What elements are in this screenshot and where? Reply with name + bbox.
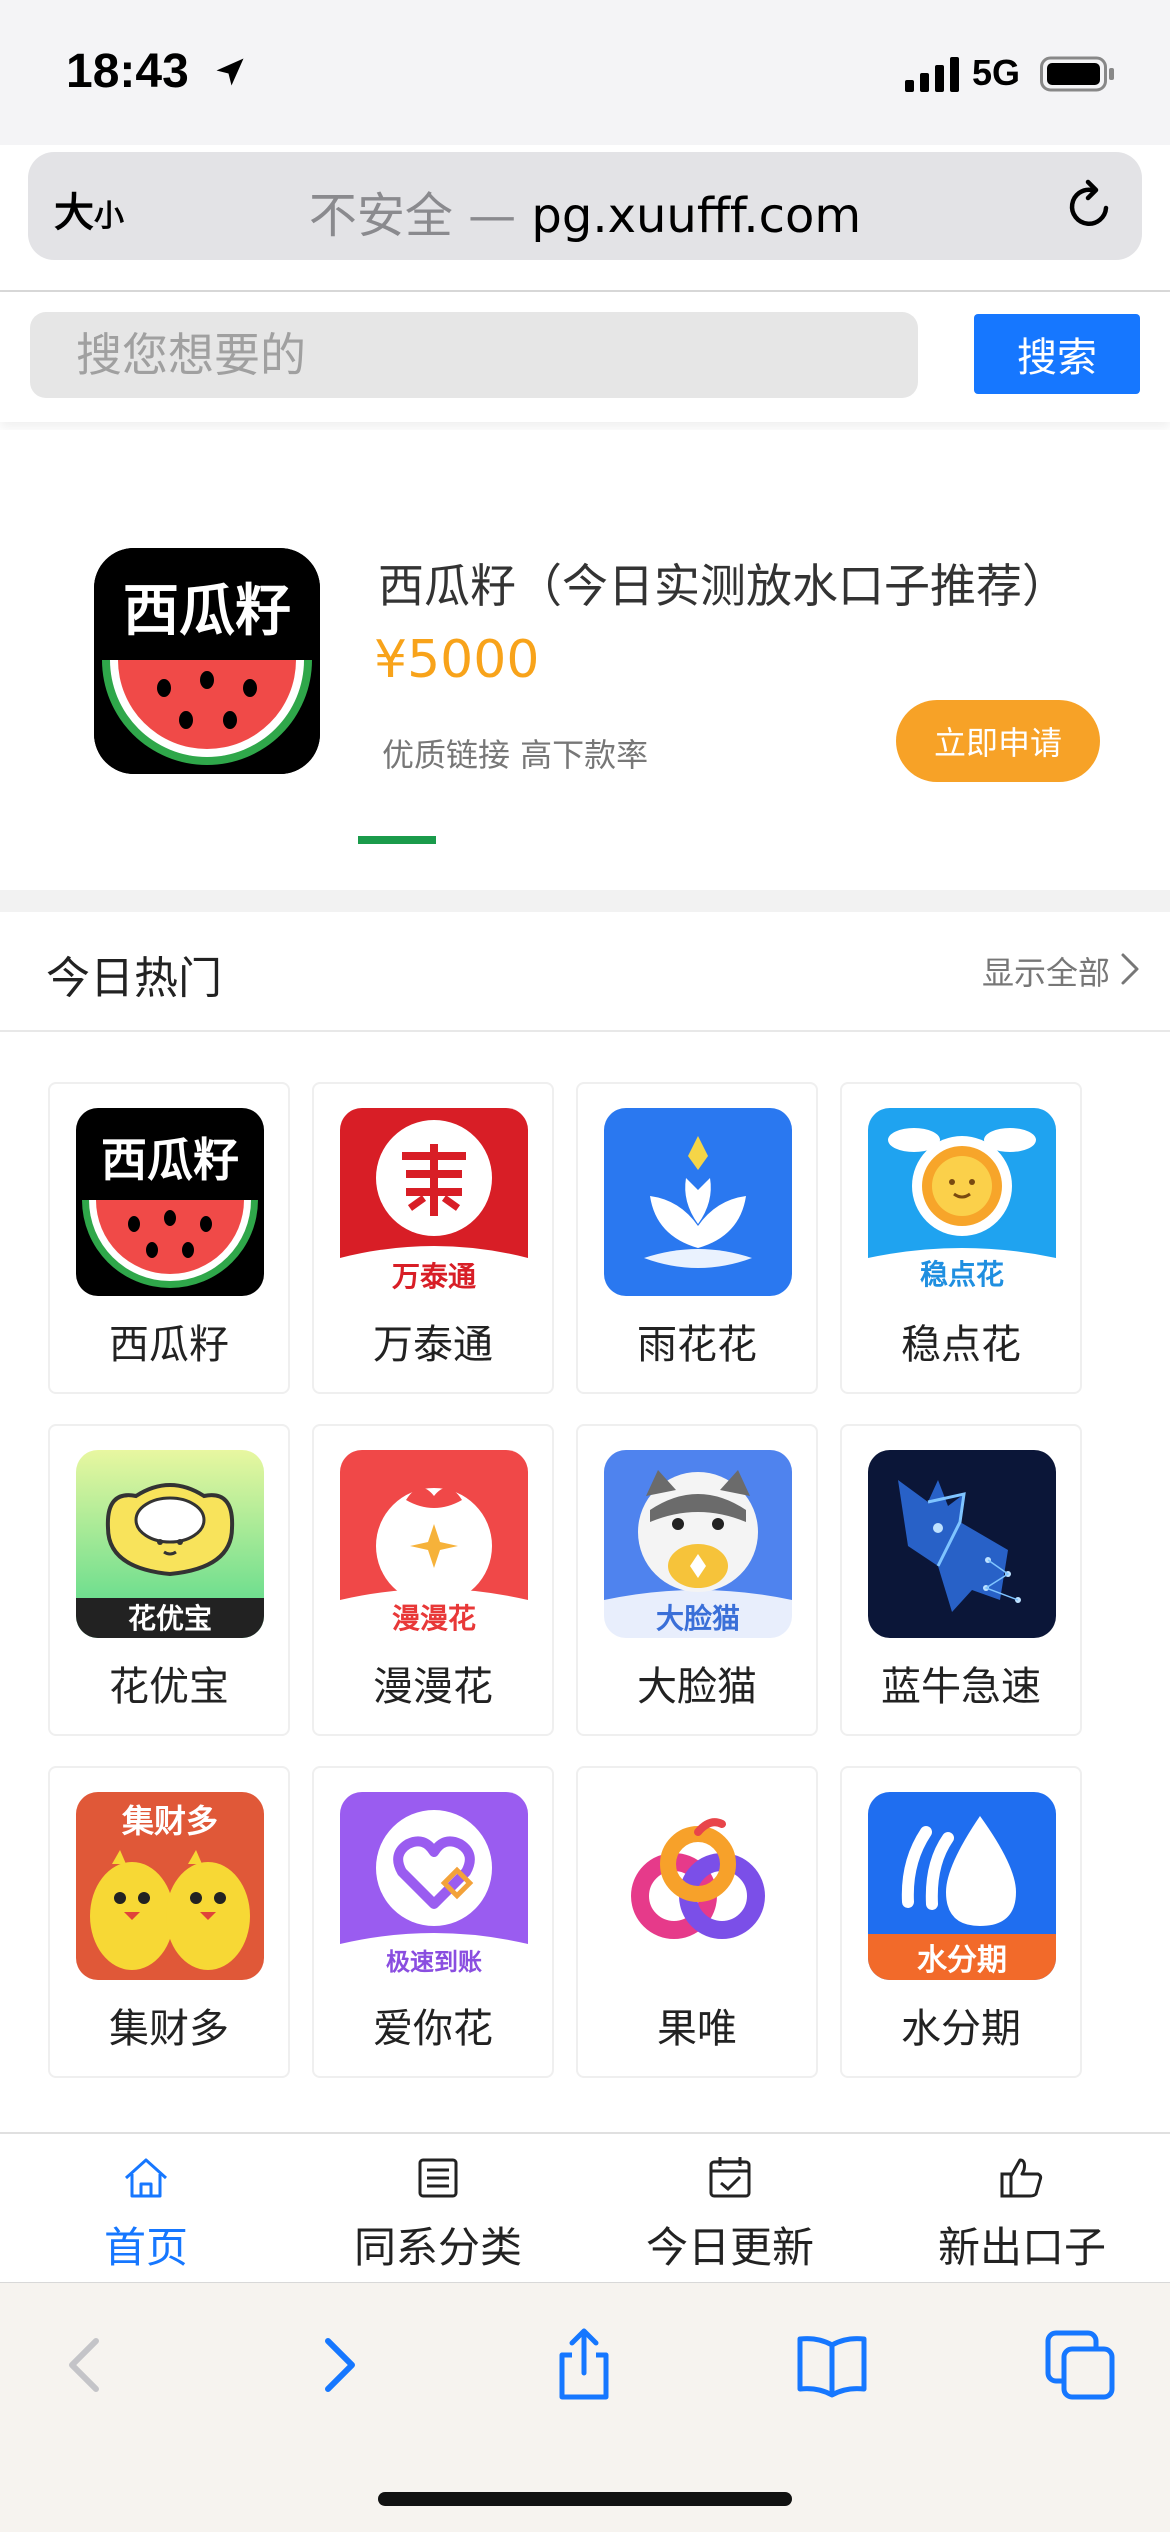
- home-icon: [124, 2158, 168, 2198]
- app-card-lanniujisu[interactable]: 蓝牛急速: [840, 1424, 1082, 1736]
- tab-label: 今日更新: [645, 2223, 814, 2272]
- app-badge: 集财多: [121, 1802, 218, 1840]
- calendar-check-icon: [709, 2157, 751, 2198]
- lotus-app-icon: [604, 1108, 792, 1296]
- app-card-ainihua[interactable]: 极速到账 爱你花: [312, 1766, 554, 2078]
- network-type: 5G: [972, 52, 1021, 93]
- app-badge: 万泰通: [392, 1260, 476, 1293]
- fruit-rings-app-icon: [604, 1792, 792, 1980]
- banner-title: 西瓜籽（今日实测放水口子推荐）: [378, 559, 1068, 613]
- cat-app-icon: 大脸猫: [604, 1450, 792, 1638]
- section-separator: [0, 890, 1170, 912]
- banner-logo-text: 西瓜籽: [123, 579, 291, 644]
- app-badge: 稳点花: [920, 1258, 1004, 1291]
- tab-categories[interactable]: 同系分类: [292, 2134, 584, 2284]
- bookmarks-icon[interactable]: [792, 2325, 872, 2405]
- app-card-yuhuahua[interactable]: 雨花花: [576, 1082, 818, 1394]
- app-label: 花优宝: [109, 1664, 229, 1710]
- money-bag-app-icon: 漫漫花: [340, 1450, 528, 1638]
- water-drop-app-icon: 水分期: [868, 1792, 1056, 1980]
- search-bar: 搜索: [0, 292, 1170, 422]
- cellular-signal-icon: [905, 57, 959, 92]
- thumbs-up-icon: [1000, 2158, 1043, 2198]
- forward-icon[interactable]: [298, 2325, 378, 2405]
- app-label: 蓝牛急速: [881, 1664, 1041, 1710]
- app-card-shuifenqi[interactable]: 水分期 水分期: [840, 1766, 1082, 2078]
- tabs-icon[interactable]: [1040, 2325, 1120, 2405]
- app-badge: 水分期: [917, 1943, 1007, 1978]
- app-card-guowei[interactable]: 果唯: [576, 1766, 818, 2078]
- back-icon[interactable]: [46, 2325, 126, 2405]
- bottom-tab-bar: 首页 同系分类 今日更新 新出口子: [0, 2132, 1170, 2282]
- featured-banner[interactable]: 西瓜籽 西瓜籽（今日实测放水口子推荐） ¥5000 优质链接 高下款率 立即申请: [0, 430, 1170, 890]
- battery-icon: [1040, 56, 1114, 92]
- app-badge: 极速到账: [386, 1948, 482, 1976]
- domain-label: pg.xuufff.com: [531, 188, 862, 244]
- watermelon-app-icon: 西瓜籽: [76, 1108, 264, 1296]
- show-all-link[interactable]: 显示全部: [982, 948, 1110, 994]
- reload-icon[interactable]: [1062, 178, 1118, 234]
- app-badge: 大脸猫: [656, 1602, 740, 1635]
- app-label: 水分期: [901, 2006, 1021, 2052]
- search-button[interactable]: 搜索: [974, 314, 1140, 394]
- tab-label: 同系分类: [353, 2223, 522, 2272]
- tab-new-loans[interactable]: 新出口子: [876, 2134, 1168, 2284]
- home-indicator: [378, 2492, 792, 2506]
- app-label: 果唯: [657, 2006, 737, 2052]
- hot-section-title: 今日热门: [46, 953, 222, 1004]
- app-card-huayoubao[interactable]: 花优宝 花优宝: [48, 1424, 290, 1736]
- app-card-dalianmao[interactable]: 大脸猫 大脸猫: [576, 1424, 818, 1736]
- tab-label: 首页: [103, 2223, 188, 2272]
- address-bar[interactable]: 大小 不安全 — pg.xuufff.com: [28, 152, 1142, 260]
- app-label: 爱你花: [373, 2006, 493, 2052]
- wantaitong-app-icon: 万泰通: [340, 1108, 528, 1296]
- app-label: 大脸猫: [637, 1664, 757, 1710]
- app-badge: 花优宝: [128, 1602, 212, 1635]
- heart-app-icon: 极速到账: [340, 1792, 528, 1980]
- hot-section-header: 今日热门 显示全部: [0, 912, 1170, 1032]
- apply-button[interactable]: 立即申请: [896, 700, 1100, 782]
- app-badge: 漫漫花: [392, 1602, 476, 1635]
- bull-constellation-app-icon: [868, 1450, 1056, 1638]
- app-badge: 西瓜籽: [101, 1133, 239, 1187]
- chicks-app-icon: 集财多: [76, 1792, 264, 1980]
- status-time: 18:43: [66, 45, 189, 98]
- app-card-wendianhua[interactable]: 稳点花 稳点花: [840, 1082, 1082, 1394]
- list-icon: [418, 2158, 458, 2198]
- app-label: 稳点花: [901, 1322, 1021, 1368]
- share-icon[interactable]: [544, 2325, 624, 2405]
- coin-wings-app-icon: 稳点花: [868, 1108, 1056, 1296]
- app-label: 西瓜籽: [109, 1322, 229, 1368]
- chevron-right-icon[interactable]: [1118, 952, 1142, 986]
- search-input[interactable]: [30, 312, 918, 398]
- app-card-manmanhua[interactable]: 漫漫花 漫漫花: [312, 1424, 554, 1736]
- url-text[interactable]: 不安全 — pg.xuufff.com: [28, 176, 1142, 246]
- app-card-wantaitong[interactable]: 万泰通 万泰通: [312, 1082, 554, 1394]
- tab-today-updates[interactable]: 今日更新: [584, 2134, 876, 2284]
- carousel-indicator[interactable]: [358, 836, 436, 844]
- watermelon-app-logo: 西瓜籽: [94, 548, 320, 774]
- app-label: 漫漫花: [373, 1664, 493, 1710]
- insecure-label: 不安全 —: [308, 188, 532, 244]
- app-label: 万泰通: [373, 1322, 493, 1368]
- app-label: 集财多: [109, 2006, 229, 2052]
- app-card-xiguazi[interactable]: 西瓜籽 西瓜籽: [48, 1082, 290, 1394]
- app-label: 雨花花: [637, 1322, 757, 1368]
- status-bar: 18:43 5G: [0, 0, 1170, 145]
- tab-home[interactable]: 首页: [0, 2134, 292, 2284]
- ingot-app-icon: 花优宝: [76, 1450, 264, 1638]
- tab-label: 新出口子: [937, 2223, 1106, 2272]
- app-card-jicaiduo[interactable]: 集财多 集财多: [48, 1766, 290, 2078]
- banner-amount: ¥5000: [374, 630, 540, 690]
- banner-description: 优质链接 高下款率: [382, 736, 649, 774]
- location-arrow-icon: [216, 58, 244, 86]
